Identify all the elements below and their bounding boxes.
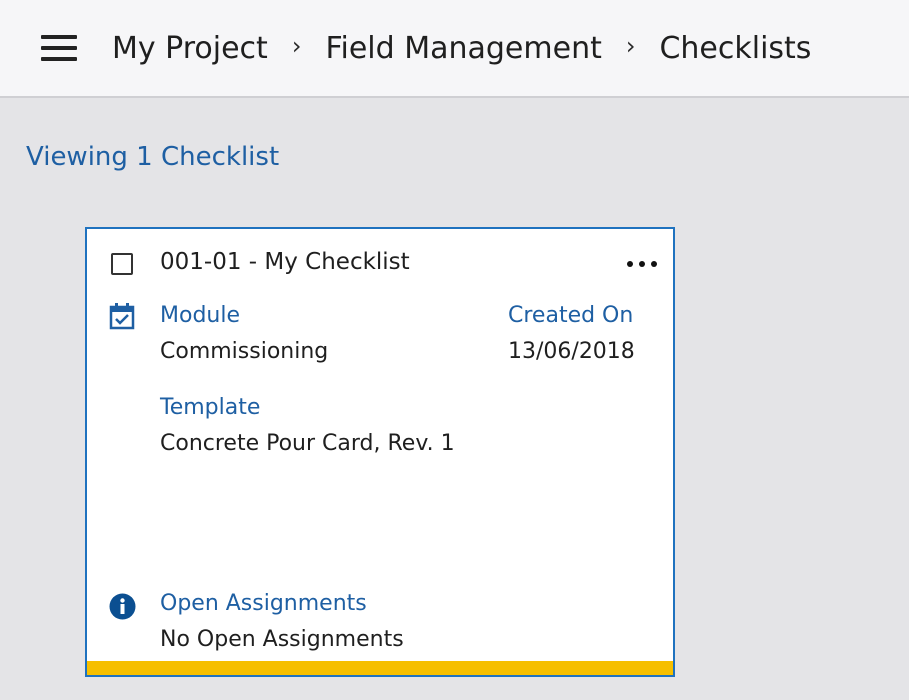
more-options-icon[interactable] bbox=[625, 253, 659, 275]
chevron-right-icon: › bbox=[625, 32, 636, 60]
status-bar bbox=[87, 661, 673, 675]
select-checkbox[interactable] bbox=[111, 253, 133, 275]
template-label: Template bbox=[160, 395, 261, 420]
template-value: Concrete Pour Card, Rev. 1 bbox=[160, 431, 455, 456]
module-value: Commissioning bbox=[160, 339, 329, 364]
chevron-right-icon: › bbox=[291, 32, 302, 60]
breadcrumb-my-project[interactable]: My Project bbox=[112, 31, 268, 66]
open-assignments-value: No Open Assignments bbox=[160, 627, 404, 652]
created-on-label: Created On bbox=[508, 303, 634, 328]
top-header: My Project › Field Management › Checklis… bbox=[0, 0, 909, 98]
created-on-value: 13/06/2018 bbox=[508, 339, 635, 364]
checklist-card[interactable]: 001-01 - My Checklist Module Commissioni… bbox=[85, 227, 675, 677]
hamburger-menu-icon[interactable] bbox=[41, 35, 77, 61]
breadcrumb-field-management[interactable]: Field Management bbox=[325, 31, 601, 66]
calendar-check-icon bbox=[109, 303, 135, 330]
breadcrumb: My Project › Field Management › Checklis… bbox=[112, 26, 811, 70]
breadcrumb-checklists: Checklists bbox=[659, 30, 812, 66]
checklists-page: { "header": { "menu_icon": "hamburger-me… bbox=[0, 0, 909, 700]
viewing-count: Viewing 1 Checklist bbox=[26, 142, 280, 172]
info-icon bbox=[109, 593, 136, 620]
module-label: Module bbox=[160, 303, 240, 328]
open-assignments-label: Open Assignments bbox=[160, 591, 367, 616]
checklist-title[interactable]: 001-01 - My Checklist bbox=[160, 249, 410, 275]
